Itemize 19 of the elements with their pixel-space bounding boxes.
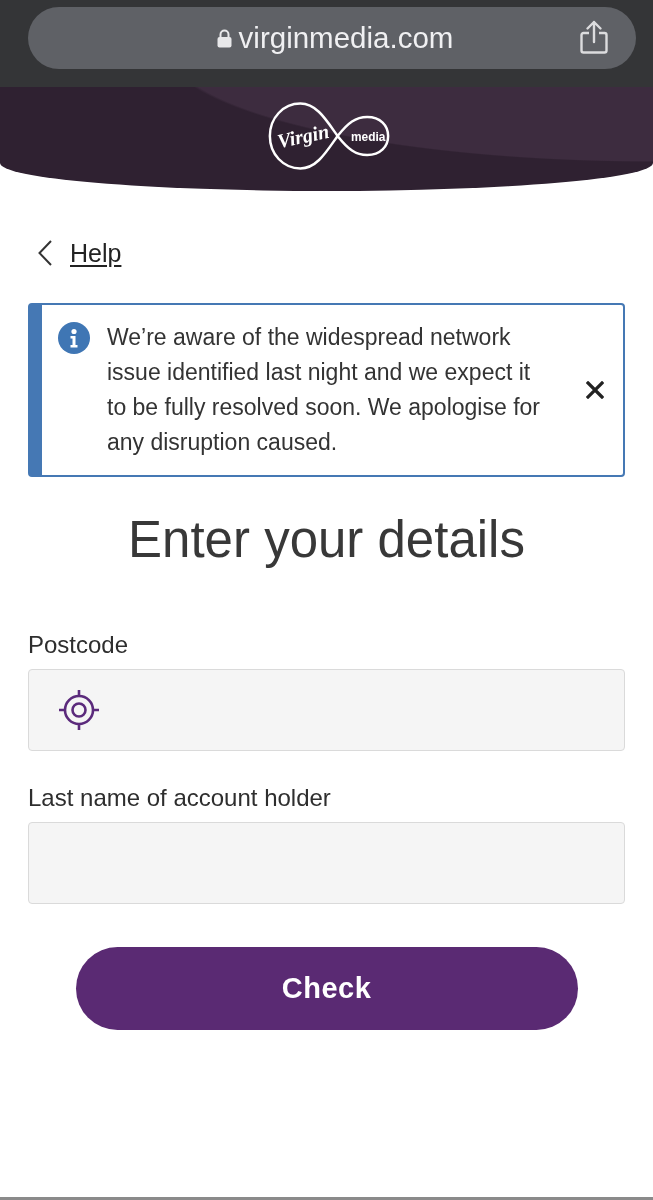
close-icon[interactable] — [586, 381, 604, 399]
lock-icon — [216, 28, 232, 48]
info-icon — [58, 322, 90, 354]
infinity-loop-icon — [268, 102, 389, 170]
logo-brand-text: Virgin — [274, 119, 331, 153]
input-field[interactable] — [28, 669, 625, 751]
url-text: virginmedia.com — [238, 21, 454, 55]
chevron-left-icon[interactable] — [38, 240, 52, 266]
field-label: Last name of account holder — [28, 784, 331, 812]
help-link[interactable]: Help — [70, 239, 122, 267]
alert-message: We’re aware of the widespread network issue identified last night and we expect it to be fully resolved soon. We apologise for any disruption caused. — [107, 323, 541, 457]
check-button[interactable]: Check — [75, 947, 578, 1030]
input-field[interactable] — [28, 822, 625, 904]
address-bar[interactable]: virginmedia.com — [28, 7, 636, 69]
share-icon[interactable] — [580, 19, 608, 54]
logo-suffix-text: media — [350, 129, 385, 144]
page-heading: Enter your details — [127, 510, 526, 570]
field-label: Postcode — [28, 631, 129, 659]
crosshair-icon[interactable] — [58, 689, 100, 731]
